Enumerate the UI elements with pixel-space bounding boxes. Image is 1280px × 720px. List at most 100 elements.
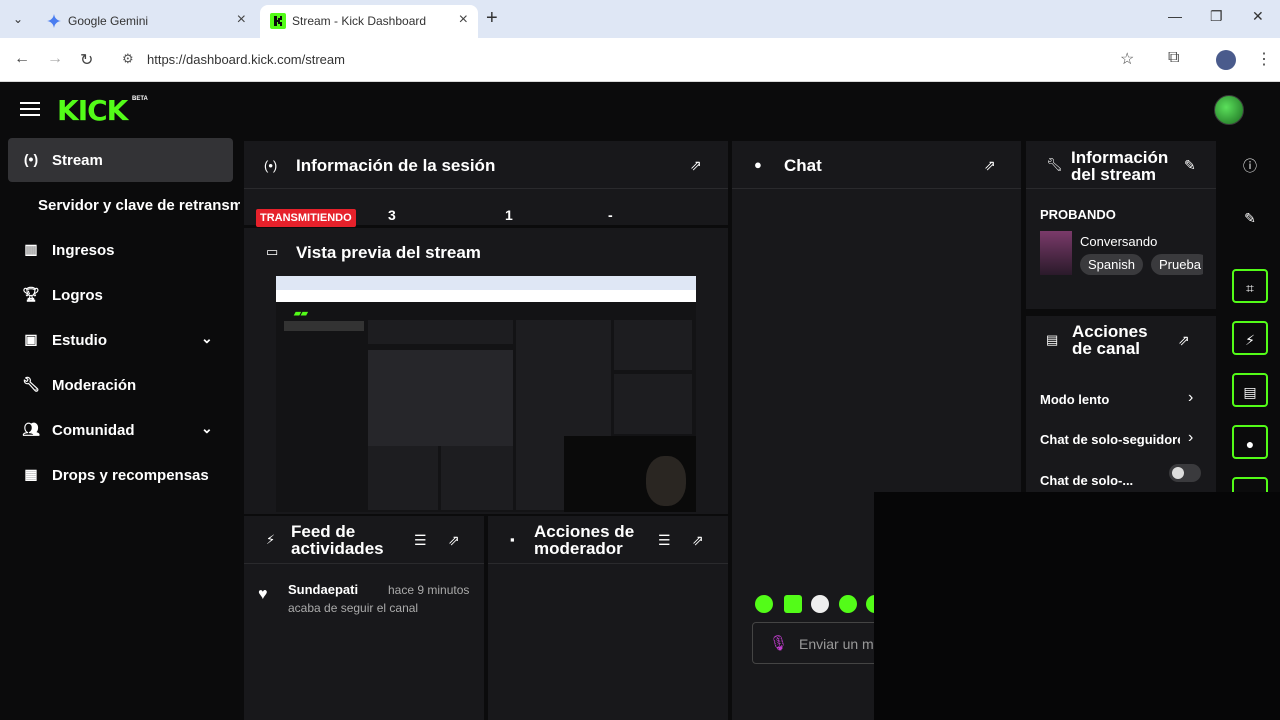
sidebar-item-label: Ingresos: [52, 242, 115, 259]
sidebar-item-label: Moderación: [52, 377, 137, 394]
notes-icon[interactable]: ▤: [1232, 373, 1268, 407]
sidebar-item-logros[interactable]: 🏆︎ Logros: [8, 273, 233, 317]
mod-actions-panel: ▪ Acciones de moderador ☰ ⇗: [488, 516, 728, 720]
filter-icon[interactable]: ☰: [658, 532, 671, 549]
stat-followers: 1: [505, 207, 513, 223]
chat-icon[interactable]: ●: [1232, 425, 1268, 459]
stream-preview-video[interactable]: ▰▰: [276, 276, 696, 512]
profile-avatar[interactable]: [1216, 50, 1236, 70]
preview-panel: [368, 446, 438, 510]
popout-icon[interactable]: ⇗: [692, 532, 704, 549]
omnibox[interactable]: ⚙ https://dashboard.kick.com/stream: [112, 45, 1152, 75]
stream-category[interactable]: Conversando: [1080, 234, 1157, 249]
new-tab-button[interactable]: +: [486, 7, 498, 30]
panel-title: Vista previa del stream: [296, 243, 481, 262]
microphone-icon[interactable]: 🎙︎: [769, 634, 788, 652]
minimize-icon[interactable]: —: [1168, 8, 1182, 24]
close-window-icon[interactable]: ✕: [1252, 8, 1264, 25]
close-tab-icon[interactable]: ×: [459, 11, 468, 29]
broadcast-icon: (•): [264, 158, 278, 173]
tab-search-button[interactable]: ⌄: [6, 8, 30, 30]
bolt-icon: ⚡︎: [266, 532, 276, 547]
chevron-right-icon[interactable]: ›: [1188, 429, 1193, 447]
trophy-icon: 🏆︎: [22, 286, 40, 302]
preview-panel: [614, 374, 692, 434]
hamburger-menu-icon[interactable]: [20, 102, 40, 120]
user-avatar[interactable]: [1214, 95, 1244, 125]
forward-icon[interactable]: →: [47, 50, 63, 68]
channel-icon: ▤: [1046, 332, 1059, 347]
popout-icon[interactable]: ⇗: [690, 157, 702, 174]
emote-icon[interactable]: [811, 595, 829, 613]
sidebar-item-estudio[interactable]: ▣ Estudio ⌄: [8, 318, 233, 362]
back-icon[interactable]: ←: [14, 50, 30, 68]
menu-kebab-icon[interactable]: ⋮: [1256, 49, 1272, 69]
chart-icon: ▥: [24, 241, 38, 257]
channel-actions-panel: ▤ Acciones de canal ⇗ Modo lento › Chat …: [1026, 316, 1216, 492]
kick-logo[interactable]: KICK: [57, 94, 128, 127]
panel-header: ▤ Acciones de canal ⇗: [1026, 316, 1216, 364]
panel-header: ▭ Vista previa del stream: [244, 228, 728, 274]
pencil-icon[interactable]: ✎: [1232, 201, 1268, 235]
emote-icon[interactable]: [784, 595, 802, 613]
sidebar-item-drops[interactable]: ▦ Drops y recompensas: [8, 453, 233, 497]
popout-icon[interactable]: ⇗: [984, 157, 996, 174]
sidebar-item-comunidad[interactable]: 👥︎ Comunidad ⌄: [8, 408, 233, 452]
sidebar-item-moderacion[interactable]: 🔧︎ Moderación: [8, 363, 233, 407]
panel-title: Feed de: [291, 522, 356, 541]
site-info-icon[interactable]: ⚙: [122, 51, 134, 67]
sidebar-item-label: Logros: [52, 287, 103, 304]
preview-panel: [368, 350, 513, 446]
sidebar-item-server-key[interactable]: Servidor y clave de retransmisión: [8, 183, 240, 227]
chevron-down-icon[interactable]: ⌄: [201, 420, 213, 437]
reload-icon[interactable]: ↻: [80, 50, 93, 70]
address-bar-row: ← → ↻ ⚙ https://dashboard.kick.com/strea…: [0, 38, 1280, 82]
filter-icon[interactable]: ☰: [414, 532, 427, 549]
tab-title: Google Gemini: [68, 14, 149, 28]
sidebar-item-label: Estudio: [52, 332, 107, 349]
sidebar-item-ingresos[interactable]: ▥ Ingresos: [8, 228, 233, 272]
tab-gemini[interactable]: Google Gemini ×: [36, 5, 256, 38]
chevron-right-icon[interactable]: ›: [1188, 389, 1193, 407]
emote-icon[interactable]: [839, 595, 857, 613]
screenshot-icon[interactable]: ⌗: [1232, 269, 1268, 303]
extensions-icon[interactable]: ⧉: [1168, 49, 1179, 67]
emote-icon[interactable]: [755, 595, 773, 613]
beta-label: BETA: [132, 96, 148, 102]
followers-only-action[interactable]: Chat de solo-seguidores: [1040, 432, 1180, 447]
maximize-icon[interactable]: ❐: [1210, 8, 1223, 25]
panel-title: de canal: [1072, 339, 1141, 358]
popout-icon[interactable]: ⇗: [1178, 332, 1190, 349]
stat-viewers: 3: [388, 207, 396, 223]
panel-header: 🔧︎ Información del stream ✎: [1026, 141, 1216, 189]
stream-preview-panel: ▭ Vista previa del stream ▰▰: [244, 228, 728, 514]
info-icon[interactable]: ⓘ: [1232, 149, 1268, 183]
session-info-panel: (•) Información de la sesión ⇗ TRANSMITI…: [244, 141, 728, 227]
panel-title: Acciones de: [534, 522, 635, 541]
tab-kick-dashboard[interactable]: Stream - Kick Dashboard ×: [260, 5, 478, 38]
bookmark-star-icon[interactable]: ☆: [1120, 49, 1134, 69]
live-badge: TRANSMITIENDO: [256, 209, 356, 227]
slow-mode-action[interactable]: Modo lento: [1040, 392, 1109, 407]
chevron-down-icon[interactable]: ⌄: [201, 330, 213, 347]
pencil-icon[interactable]: ✎: [1184, 157, 1196, 174]
drops-icon: ▦: [24, 466, 38, 482]
feed-item-user[interactable]: Sundaepati: [288, 582, 358, 597]
feed-item-text: acaba de seguir el canal: [288, 601, 419, 615]
bolt-icon[interactable]: ⚡︎: [1232, 321, 1268, 355]
subs-only-toggle[interactable]: [1169, 464, 1201, 482]
panel-header: ● Chat ⇗: [732, 141, 1021, 189]
popout-icon[interactable]: ⇗: [448, 532, 460, 549]
url-text[interactable]: https://dashboard.kick.com/stream: [147, 52, 345, 67]
preview-face: [646, 456, 686, 506]
stream-title: PROBANDO: [1040, 207, 1116, 222]
category-thumbnail[interactable]: [1040, 231, 1072, 275]
preview-address-bar: [276, 290, 696, 302]
sidebar-item-stream[interactable]: (•) Stream: [8, 138, 233, 182]
heart-icon: ♥: [258, 586, 268, 603]
subs-only-action[interactable]: Chat de solo-...: [1040, 473, 1133, 488]
chat-bubble-icon: ●: [754, 157, 762, 172]
panel-title: Chat: [784, 156, 822, 175]
feed-item: ♥ Sundaepati hace 9 minutos acaba de seg…: [244, 564, 484, 624]
close-tab-icon[interactable]: ×: [237, 11, 246, 29]
